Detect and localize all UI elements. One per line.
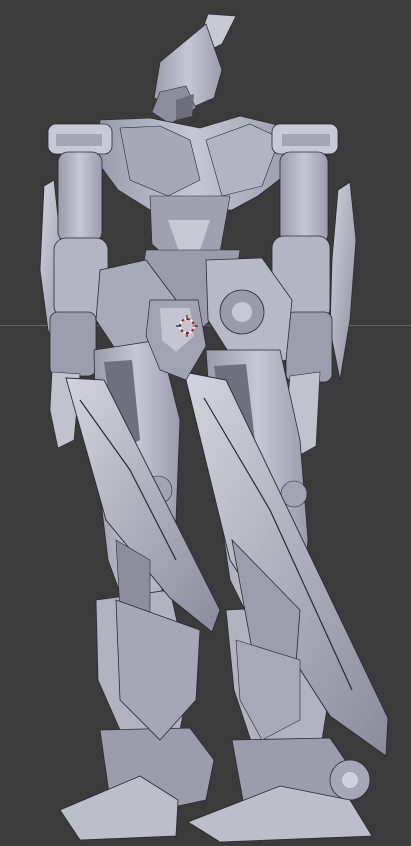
3d-viewport[interactable] xyxy=(0,0,411,846)
3d-cursor-icon[interactable] xyxy=(176,315,198,337)
robot-head xyxy=(151,13,237,125)
robot-model[interactable] xyxy=(0,0,411,846)
